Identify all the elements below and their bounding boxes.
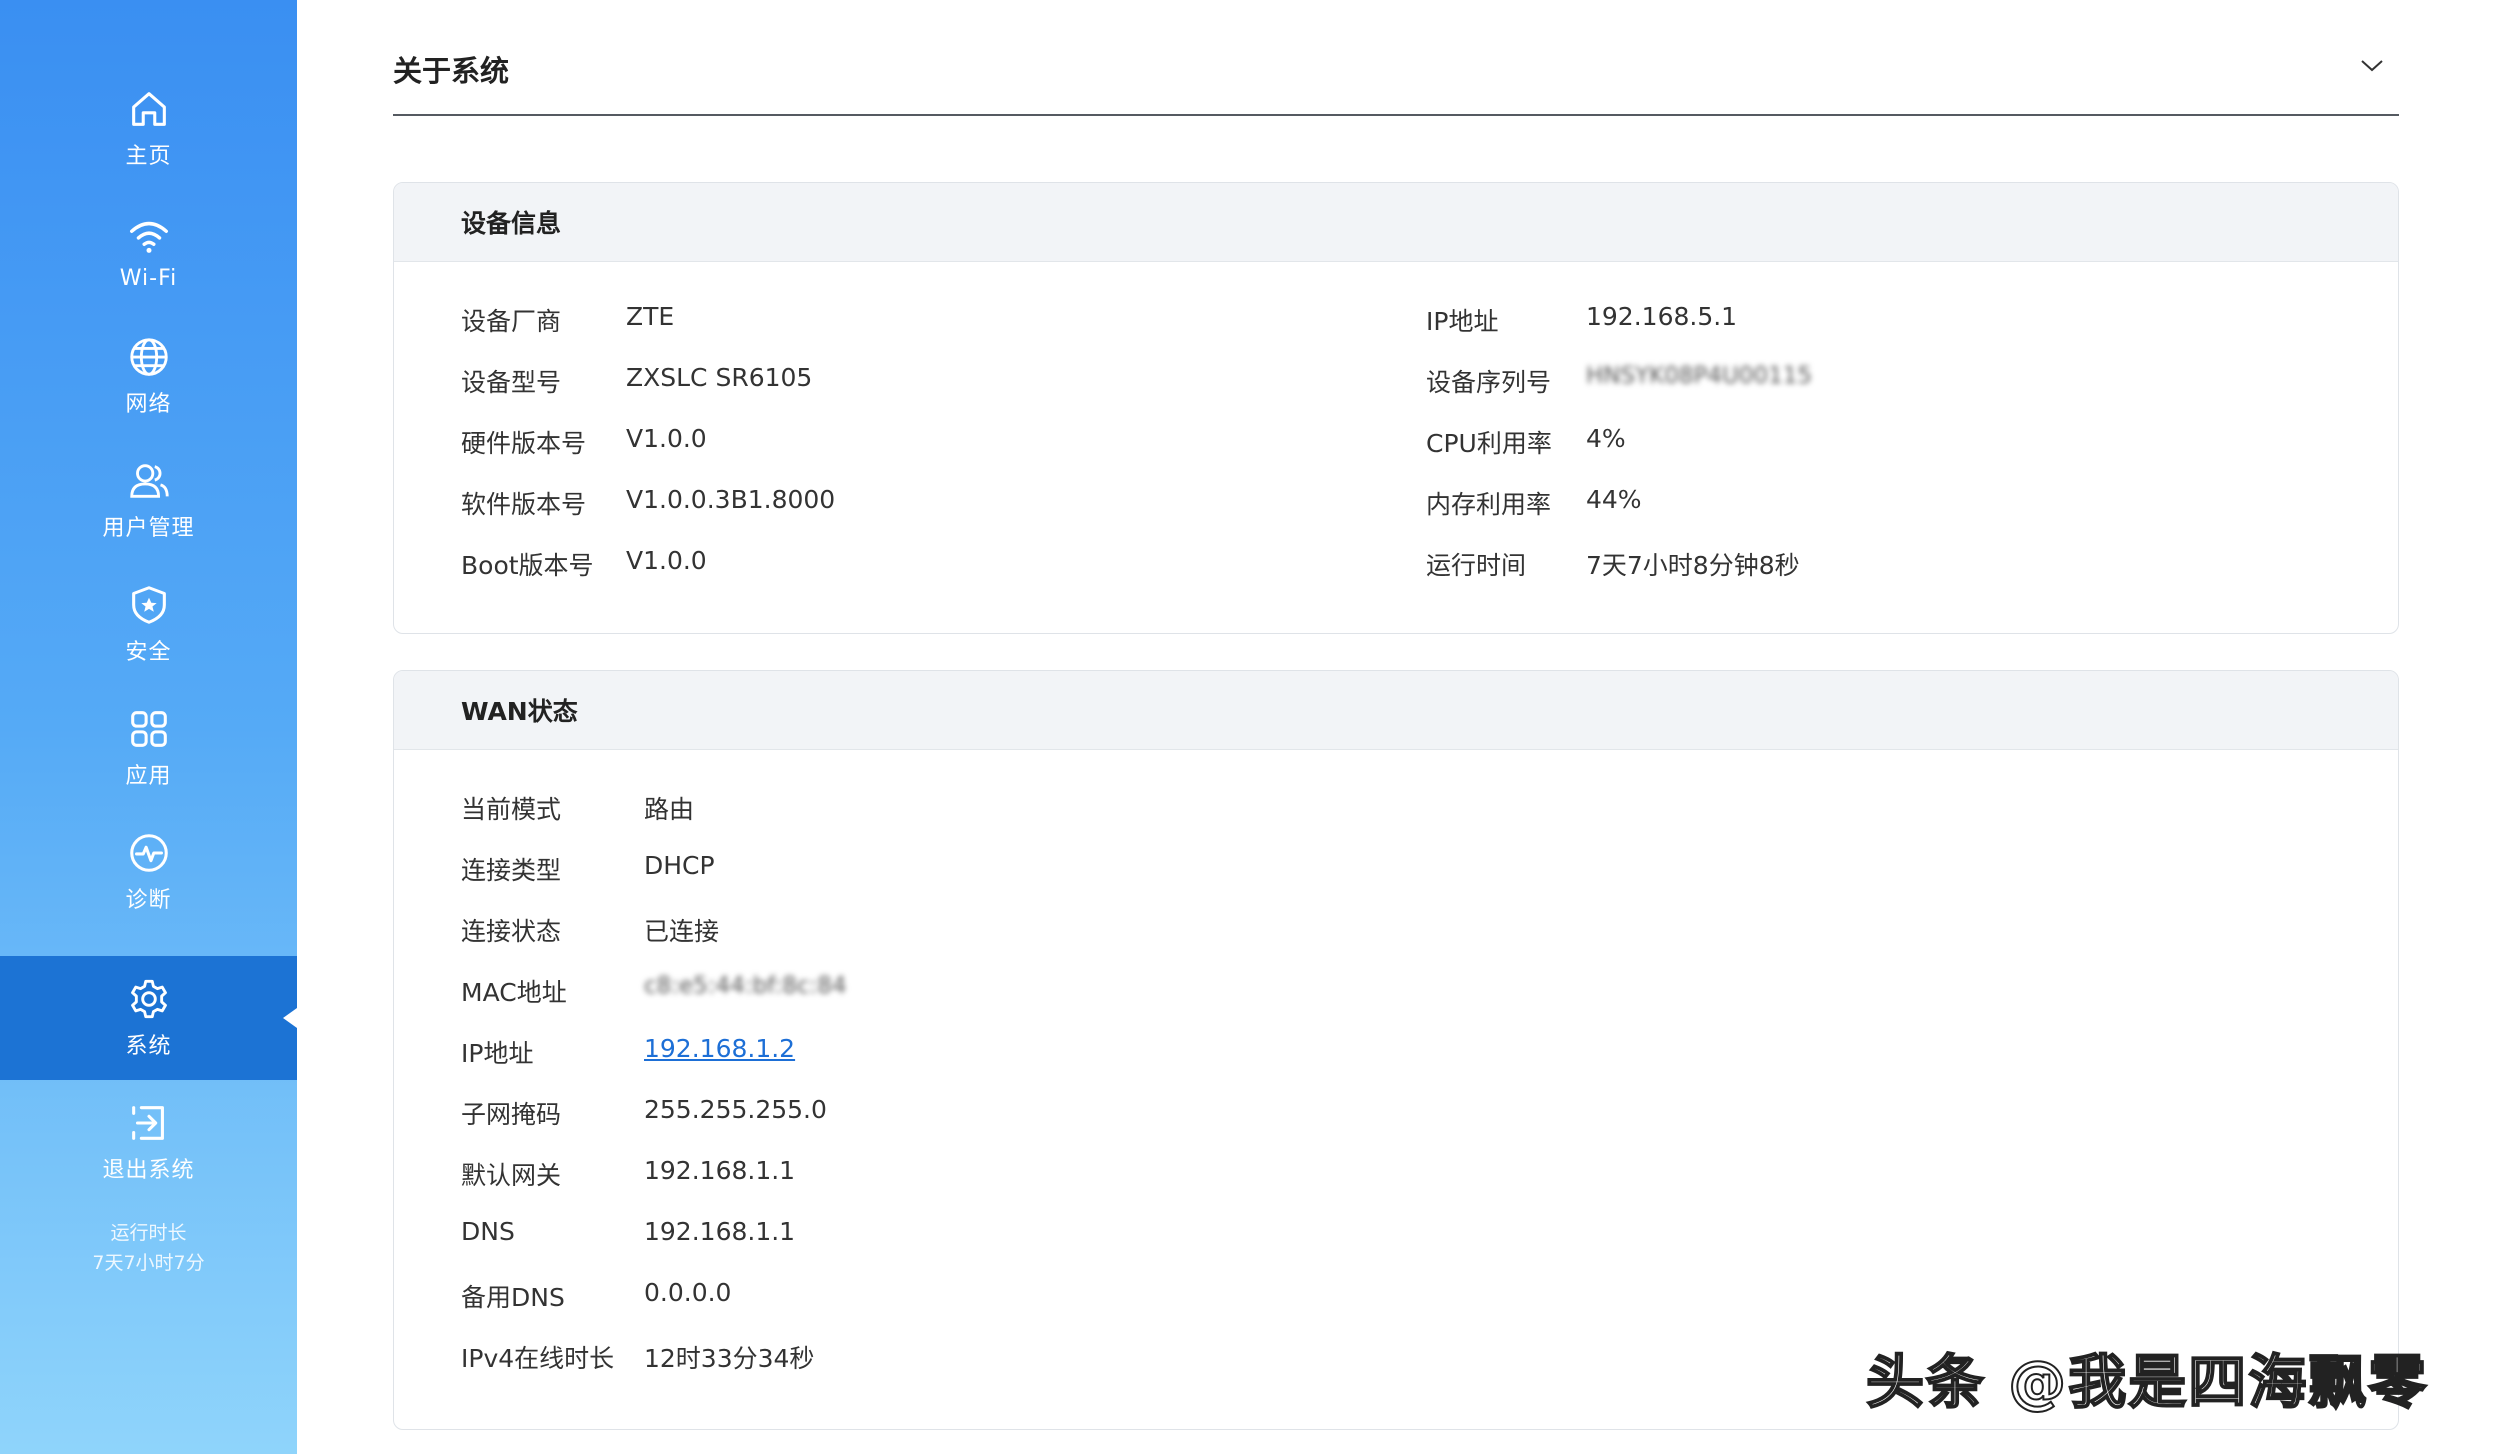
sidebar-item-label: 网络 (125, 392, 172, 417)
main-content: 关于系统 设备信息 设备厂商 ZTE IP地址 192.168.5.1 设备型号… (393, 0, 2399, 1430)
apps-grid-icon (130, 711, 167, 747)
wan-value: 12时33分34秒 (644, 1344, 815, 1373)
sidebar-item-wifi[interactable]: Wi-Fi (0, 190, 297, 314)
info-value: 192.168.5.1 (1586, 302, 1738, 331)
shield-icon (131, 586, 166, 624)
wan-ip-link[interactable]: 192.168.1.2 (644, 1034, 795, 1063)
users-icon (129, 464, 169, 498)
diagnose-icon (129, 834, 168, 872)
sidebar-item-security[interactable]: 安全 (0, 562, 297, 686)
info-label: 内存利用率 (1426, 490, 1552, 519)
wan-label: IPv4在线时长 (461, 1344, 615, 1373)
home-icon (131, 92, 166, 126)
info-value: 44% (1586, 485, 1642, 514)
info-label: 设备厂商 (461, 307, 562, 336)
device-info-rows: 设备厂商 ZTE IP地址 192.168.5.1 设备型号 ZXSLC SR6… (394, 262, 2398, 607)
sidebar-item-label: 系统 (125, 1034, 172, 1059)
sidebar-item-label: 退出系统 (102, 1158, 195, 1183)
page-header: 关于系统 (393, 0, 2399, 116)
sidebar-item-system[interactable]: 系统 (0, 956, 297, 1080)
info-value: 4% (1586, 424, 1626, 453)
wan-label: 子网掩码 (461, 1100, 562, 1129)
wan-value: 0.0.0.0 (644, 1278, 732, 1307)
sidebar-item-diagnose[interactable]: 诊断 (0, 810, 297, 934)
wan-label: 当前模式 (461, 795, 562, 824)
wan-label: 备用DNS (461, 1283, 565, 1312)
info-value: V1.0.0 (626, 424, 707, 453)
info-value: V1.0.0 (626, 546, 707, 575)
sidebar-item-label: 安全 (125, 640, 172, 665)
wan-row: 默认网关 192.168.1.1 (394, 1156, 2398, 1217)
info-row: Boot版本号 V1.0.0 运行时间 7天7小时8分钟8秒 (394, 546, 2398, 607)
device-info-card: 设备信息 设备厂商 ZTE IP地址 192.168.5.1 设备型号 ZXSL… (393, 182, 2399, 634)
sidebar-item-network[interactable]: 网络 (0, 314, 297, 438)
sidebar-item-label: 用户管理 (102, 516, 195, 541)
sidebar-item-label: 诊断 (125, 888, 172, 913)
info-row: 设备型号 ZXSLC SR6105 设备序列号 HNSYK08P4U00115 (394, 363, 2398, 424)
mac-address-value: c8:e5:44:bf:8c:84 (644, 973, 847, 999)
info-label: IP地址 (1426, 307, 1499, 336)
active-item-pointer (283, 1008, 297, 1028)
wan-label: 连接状态 (461, 917, 562, 946)
wan-row: 连接类型 DHCP (394, 851, 2398, 912)
chevron-down-icon[interactable] (2359, 56, 2385, 76)
router-admin-app: 主页 Wi-Fi 网络 用户管理 安全 应用 诊断 系统 退出系统 运行时长 7… (0, 0, 2495, 1454)
runtime-value: 7天7小时7分 (92, 1252, 205, 1274)
wan-row: 连接状态 已连接 (394, 912, 2398, 973)
wan-label: MAC地址 (461, 978, 567, 1007)
sidebar: 主页 Wi-Fi 网络 用户管理 安全 应用 诊断 系统 退出系统 运行时长 7… (0, 0, 297, 1454)
wan-label: 默认网关 (461, 1161, 562, 1190)
wan-value: 路由 (644, 795, 695, 824)
info-value: ZTE (626, 302, 675, 331)
wan-value: 192.168.1.1 (644, 1217, 796, 1246)
wan-status-rows: 当前模式 路由 连接类型 DHCP 连接状态 已连接 MAC地址 c8:e5:4… (394, 750, 2398, 1400)
sidebar-item-logout[interactable]: 退出系统 (0, 1080, 297, 1204)
info-row: 设备厂商 ZTE IP地址 192.168.5.1 (394, 302, 2398, 363)
wan-value: 255.255.255.0 (644, 1095, 827, 1124)
info-label: 运行时间 (1426, 551, 1527, 580)
info-label: 软件版本号 (461, 490, 587, 519)
wan-status-card: WAN状态 当前模式 路由 连接类型 DHCP 连接状态 已连接 MAC地址 c… (393, 670, 2399, 1430)
sidebar-item-apps[interactable]: 应用 (0, 686, 297, 810)
sidebar-item-label: 应用 (125, 764, 172, 789)
info-label: CPU利用率 (1426, 429, 1552, 458)
logout-icon (131, 1106, 164, 1140)
wan-value: 已连接 (644, 917, 720, 946)
wan-row: IP地址 192.168.1.2 (394, 1034, 2398, 1095)
info-label: Boot版本号 (461, 551, 594, 580)
wan-value: DHCP (644, 851, 715, 880)
wan-row: 备用DNS 0.0.0.0 (394, 1278, 2398, 1339)
wifi-icon (129, 221, 168, 253)
wan-row: 子网掩码 255.255.255.0 (394, 1095, 2398, 1156)
sidebar-item-label: 主页 (125, 144, 172, 169)
info-label: 设备型号 (461, 368, 562, 397)
info-row: 硬件版本号 V1.0.0 CPU利用率 4% (394, 424, 2398, 485)
page-title: 关于系统 (393, 54, 510, 88)
info-label: 设备序列号 (1426, 368, 1552, 397)
info-value: ZXSLC SR6105 (626, 363, 813, 392)
globe-icon (129, 338, 168, 376)
wan-label: IP地址 (461, 1039, 534, 1068)
watermark: 头条 @我是四海飘零 (1865, 1347, 2429, 1417)
info-row: 软件版本号 V1.0.0.3B1.8000 内存利用率 44% (394, 485, 2398, 546)
wan-value: 192.168.1.1 (644, 1156, 796, 1185)
info-value: 7天7小时8分钟8秒 (1586, 551, 1800, 580)
serial-number-value: HNSYK08P4U00115 (1586, 363, 1813, 389)
runtime-label: 运行时长 (110, 1222, 187, 1244)
wan-status-title: WAN状态 (394, 671, 2398, 750)
sidebar-item-home[interactable]: 主页 (0, 66, 297, 190)
sidebar-item-label: Wi-Fi (119, 265, 178, 291)
info-value: V1.0.0.3B1.8000 (626, 485, 836, 514)
info-label: 硬件版本号 (461, 429, 587, 458)
wan-label: 连接类型 (461, 856, 562, 885)
gear-icon (130, 979, 167, 1019)
wan-label: DNS (461, 1217, 515, 1246)
sidebar-item-user-management[interactable]: 用户管理 (0, 438, 297, 562)
wan-row: MAC地址 c8:e5:44:bf:8c:84 (394, 973, 2398, 1034)
device-info-title: 设备信息 (394, 183, 2398, 262)
runtime-info: 运行时长 7天7小时7分 (0, 1218, 297, 1278)
wan-row: 当前模式 路由 (394, 790, 2398, 851)
wan-row: DNS 192.168.1.1 (394, 1217, 2398, 1278)
